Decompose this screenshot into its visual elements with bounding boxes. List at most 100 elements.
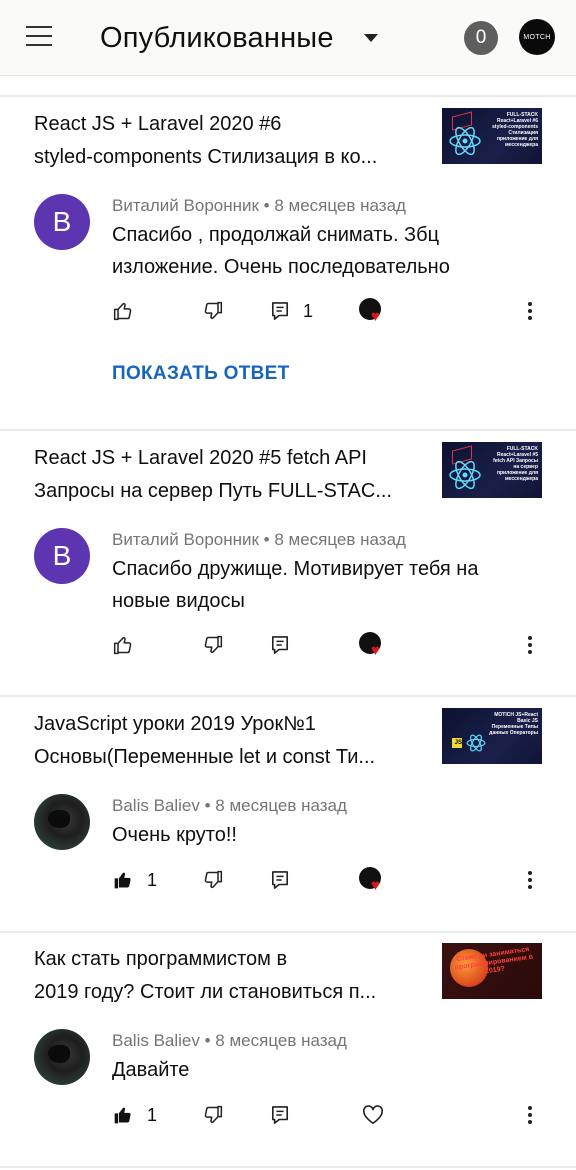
divider (0, 695, 576, 697)
thumbnail-caption: FULL-STACK React+Laravel #5 fetch API За… (493, 446, 538, 482)
more-options-icon[interactable] (520, 296, 540, 326)
comment-actions: 1 ♥ (0, 296, 576, 326)
comment-line: изложение. Очень последовательно (112, 256, 450, 278)
comment-text: Давайте (112, 1054, 532, 1086)
video-thumbnail[interactable]: Стоит ли заниматься программированием в … (442, 943, 542, 999)
comment-text: Спасибо дружище. Мотивирует тебя на новы… (112, 553, 532, 617)
divider (0, 1166, 576, 1168)
dislike-button[interactable] (203, 865, 223, 895)
dislike-button[interactable] (203, 1100, 223, 1130)
reply-icon (271, 1106, 289, 1124)
author-name[interactable]: Виталий Воронник (112, 196, 259, 215)
more-options-icon[interactable] (520, 1100, 540, 1130)
video-thumbnail[interactable]: FULL-STACK React+Laravel #5 fetch API За… (442, 442, 542, 498)
meta-separator: • (263, 196, 270, 215)
heart-icon: ♥ (371, 877, 380, 894)
video-thumbnail[interactable]: FULL-STACK React+Laravel #6 styled-compo… (442, 108, 542, 164)
comment-filter-dropdown[interactable]: Опубликованные (100, 18, 378, 58)
video-title-line: React JS + Laravel 2020 #5 fetch API (34, 447, 367, 469)
video-title-line: styled-components Стилизация в ко... (34, 146, 378, 168)
divider (0, 931, 576, 933)
creator-heart-icon[interactable]: ♥ (359, 298, 387, 326)
reply-button[interactable] (271, 630, 289, 660)
reply-button[interactable] (271, 1100, 289, 1130)
top-app-bar: Опубликованные 0 MOTCH (0, 0, 576, 76)
author-avatar[interactable]: В (34, 194, 90, 250)
heart-icon: ♥ (371, 642, 380, 659)
comment-actions: 1 ♥ (0, 865, 576, 895)
react-logo-icon (466, 734, 486, 752)
react-logo-icon (449, 460, 481, 490)
comment-meta: Виталий Воронник • 8 месяцев назад (112, 196, 406, 216)
meta-separator: • (204, 796, 211, 815)
comment-time: 8 месяцев назад (215, 796, 347, 815)
author-name[interactable]: Balis Baliev (112, 796, 200, 815)
like-count: 1 (147, 1104, 158, 1125)
video-title-line: Как стать программистом в (34, 948, 288, 970)
like-button[interactable]: 1 (113, 1100, 157, 1130)
author-avatar[interactable] (34, 794, 90, 850)
comment-text: Очень круто!! (112, 819, 532, 851)
reply-button[interactable]: 1 (271, 296, 313, 326)
divider (0, 429, 576, 431)
comment-line: Спасибо , продолжай снимать. Збц (112, 224, 440, 246)
creator-heart-icon[interactable]: ♥ (359, 632, 387, 660)
thumb-down-icon (204, 635, 223, 654)
thumb-down-icon (204, 1105, 223, 1124)
comment-line: Спасибо дружище. Мотивирует тебя на (112, 558, 479, 580)
video-title[interactable]: JavaScript уроки 2019 Урок№1 Основы(Пере… (34, 708, 424, 774)
thumb-up-icon (113, 302, 132, 321)
video-title-line: JavaScript уроки 2019 Урок№1 (34, 713, 316, 735)
video-thumbnail[interactable]: JS MOTICH JS+React Basic JS Переменные Т… (442, 708, 542, 764)
thumb-up-filled-icon (114, 1107, 131, 1124)
heart-icon: ♥ (371, 308, 380, 325)
comment-meta: Balis Baliev • 8 месяцев назад (112, 1031, 347, 1051)
reply-icon (271, 636, 289, 654)
thumbnail-caption: FULL-STACK React+Laravel #6 styled-compo… (492, 112, 538, 148)
comment-text: Спасибо , продолжай снимать. Збц изложен… (112, 219, 532, 283)
video-title[interactable]: React JS + Laravel 2020 #6 styled-compon… (34, 108, 424, 174)
channel-avatar[interactable]: MOTCH (519, 19, 555, 55)
heart-button[interactable] (362, 1100, 384, 1130)
comment-meta: Виталий Воронник • 8 месяцев назад (112, 530, 406, 550)
notification-count-badge[interactable]: 0 (464, 21, 498, 55)
author-name[interactable]: Виталий Воронник (112, 530, 259, 549)
like-button[interactable] (113, 296, 133, 326)
menu-icon[interactable] (26, 26, 52, 46)
more-options-icon[interactable] (520, 865, 540, 895)
react-logo-icon (449, 126, 481, 156)
thumb-up-filled-icon (114, 872, 131, 889)
video-title[interactable]: Как стать программистом в 2019 году? Сто… (34, 943, 424, 1009)
divider (0, 95, 576, 97)
author-avatar[interactable]: В (34, 528, 90, 584)
video-title-line: 2019 году? Стоит ли становиться п... (34, 981, 377, 1003)
filter-label: Опубликованные (100, 21, 334, 54)
video-title[interactable]: React JS + Laravel 2020 #5 fetch API Зап… (34, 442, 424, 508)
meta-separator: • (263, 530, 270, 549)
thumbnail-caption: MOTICH JS+React Basic JS Переменные Типы… (489, 712, 538, 736)
author-avatar[interactable] (34, 1029, 90, 1085)
author-name[interactable]: Balis Baliev (112, 1031, 200, 1050)
caret-down-icon (363, 34, 378, 42)
like-button[interactable] (113, 630, 133, 660)
thumb-down-icon (204, 301, 223, 320)
video-title-line: Основы(Переменные let и const Ти... (34, 746, 376, 768)
reply-button[interactable] (271, 865, 289, 895)
comment-time: 8 месяцев назад (215, 1031, 347, 1050)
like-button[interactable]: 1 (113, 865, 157, 895)
comment-meta: Balis Baliev • 8 месяцев назад (112, 796, 347, 816)
meta-separator: • (204, 1031, 211, 1050)
dislike-button[interactable] (203, 296, 223, 326)
comment-actions: 1 (0, 1100, 576, 1130)
dislike-button[interactable] (203, 630, 223, 660)
reply-icon (271, 302, 289, 320)
creator-heart-icon[interactable]: ♥ (359, 867, 387, 895)
comment-line: новые видосы (112, 590, 245, 612)
comment-actions: ♥ (0, 630, 576, 660)
comment-time: 8 месяцев назад (274, 530, 406, 549)
video-title-line: Запросы на сервер Путь FULL-STAC... (34, 480, 392, 502)
thumb-down-icon (204, 870, 223, 889)
more-options-icon[interactable] (520, 630, 540, 660)
reply-count: 1 (303, 300, 314, 321)
show-reply-button[interactable]: ПОКАЗАТЬ ОТВЕТ (112, 363, 290, 385)
